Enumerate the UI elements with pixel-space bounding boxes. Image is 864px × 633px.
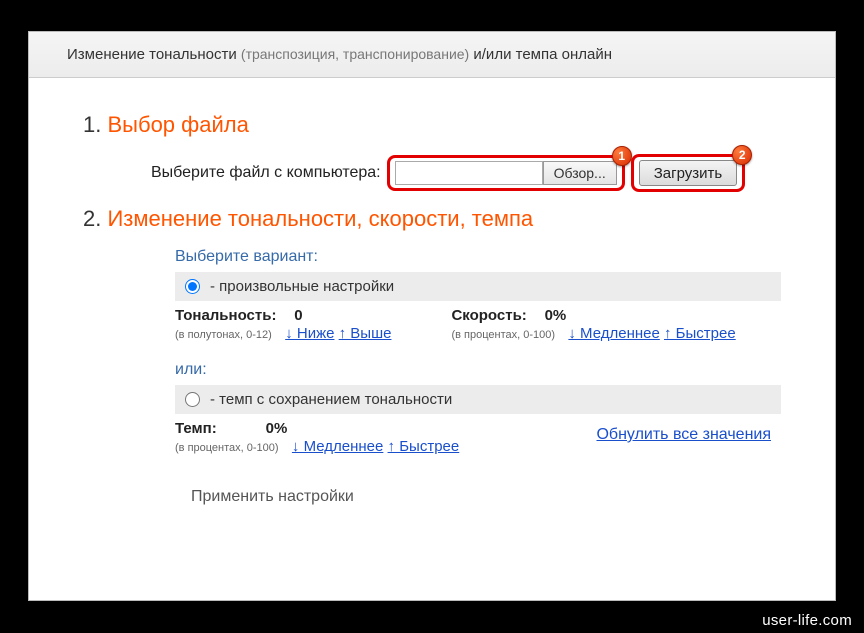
tempo-value: 0% (266, 420, 288, 437)
radio-tempo[interactable] (185, 392, 200, 407)
speed-label: Скорость: (451, 307, 526, 324)
tone-value: 0 (294, 307, 302, 324)
reset-link[interactable]: Обнулить все значения (596, 426, 771, 443)
browse-button[interactable]: Обзор... (543, 161, 617, 185)
step2-text: Изменение тональности, скорости, темпа (107, 206, 533, 231)
radio-custom[interactable] (185, 279, 200, 294)
tone-label: Тональность: (175, 307, 276, 324)
tempo-sub: (в процентах, 0-100) (175, 442, 279, 454)
watermark: user-life.com (750, 608, 864, 633)
content: 1. Выбор файла Выберите файл с компьютер… (29, 78, 835, 516)
option-custom[interactable]: - произвольные настройки (175, 272, 781, 301)
callout-marker-2: 2 (732, 145, 752, 165)
speed-down-link[interactable]: ↓ Медленнее (568, 325, 659, 342)
option-tempo-label: - темп с сохранением тональности (210, 391, 452, 408)
upload-highlight: Загрузить 2 (631, 154, 746, 192)
variant-label: Выберите вариант: (175, 248, 781, 266)
speed-value: 0% (545, 307, 567, 324)
tone-sub: (в полутонах, 0-12) (175, 329, 272, 341)
tone-block: Тональность: 0 (в полутонах, 0-12) ↓ Ниж… (175, 307, 391, 343)
step1-text: Выбор файла (107, 112, 248, 137)
reset-block: Обнулить все значения (519, 420, 781, 456)
header-text-1: Изменение тональности (67, 46, 237, 63)
app-frame: Изменение тональности (транспозиция, тра… (28, 31, 836, 601)
file-input-highlight: Обзор... 1 (387, 155, 625, 191)
file-label: Выберите файл с компьютера: (151, 164, 381, 182)
step2-num: 2. (83, 206, 101, 231)
apply-row: Применить настройки (83, 488, 781, 506)
speed-block: Скорость: 0% (в процентах, 0-100) ↓ Медл… (451, 307, 735, 343)
speed-sub: (в процентах, 0-100) (451, 329, 555, 341)
tone-up-link[interactable]: ↑ Выше (339, 325, 392, 342)
step1-title: 1. Выбор файла (83, 112, 781, 138)
callout-marker-1: 1 (612, 146, 632, 166)
tempo-label: Темп: (175, 420, 217, 437)
custom-params: Тональность: 0 (в полутонах, 0-12) ↓ Ниж… (175, 307, 781, 343)
upload-button[interactable]: Загрузить (639, 160, 738, 186)
step1-num: 1. (83, 112, 101, 137)
tempo-params: Темп: 0% (в процентах, 0-100) ↓ Медленне… (175, 420, 781, 456)
tempo-block: Темп: 0% (в процентах, 0-100) ↓ Медленне… (175, 420, 459, 456)
option-tempo[interactable]: - темп с сохранением тональности (175, 385, 781, 414)
header-paren: (транспозиция, транспонирование) (241, 46, 469, 62)
or-label: или: (175, 361, 781, 379)
header-text-2: и/или темпа онлайн (473, 46, 612, 63)
page-header: Изменение тональности (транспозиция, тра… (29, 32, 835, 78)
speed-up-link[interactable]: ↑ Быстрее (664, 325, 736, 342)
apply-link[interactable]: Применить настройки (191, 488, 354, 505)
file-path-input[interactable] (395, 161, 543, 185)
tempo-down-link[interactable]: ↓ Медленнее (292, 438, 383, 455)
file-row: Выберите файл с компьютера: Обзор... 1 З… (83, 154, 781, 192)
step2-title: 2. Изменение тональности, скорости, темп… (83, 206, 781, 232)
tempo-up-link[interactable]: ↑ Быстрее (388, 438, 460, 455)
step2-body: Выберите вариант: - произвольные настрой… (83, 248, 781, 456)
tone-down-link[interactable]: ↓ Ниже (285, 325, 334, 342)
option-custom-label: - произвольные настройки (210, 278, 394, 295)
